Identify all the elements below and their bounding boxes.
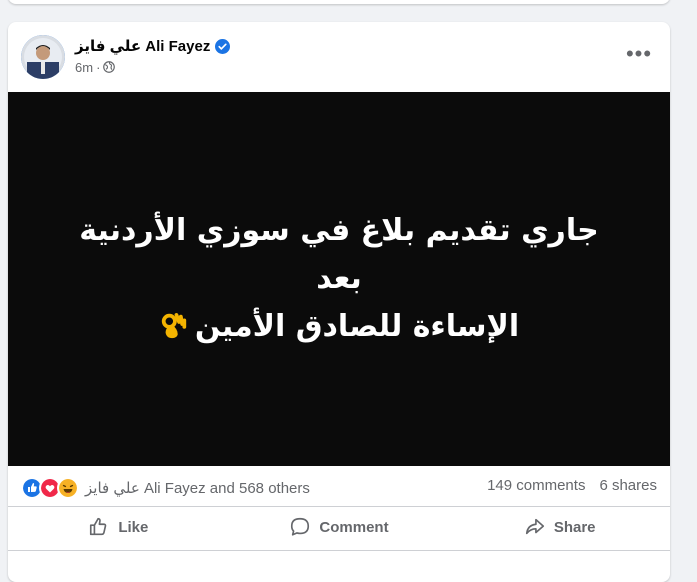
like-label: Like xyxy=(118,518,149,536)
reactions-summary[interactable]: علي فايز Ali Fayez and 568 others xyxy=(21,477,310,499)
thumbs-up-icon xyxy=(90,517,107,536)
post-timestamp[interactable]: 6m xyxy=(75,60,93,75)
post-header: علي فايز Ali Fayez 6m · ••• xyxy=(8,22,670,92)
post-text-line-2: الإساءة للصادق الأمين xyxy=(194,309,520,344)
author-row: علي فايز Ali Fayez xyxy=(75,36,231,56)
globe-icon[interactable] xyxy=(103,61,116,73)
post-text-line-1: جاري تقديم بلاغ في سوزي الأردنية بعد xyxy=(79,213,599,296)
share-arrow-icon xyxy=(525,518,544,535)
speech-bubble-icon xyxy=(291,517,310,536)
ok-hand-emoji xyxy=(161,313,187,339)
author-name[interactable]: علي فايز Ali Fayez xyxy=(75,37,210,55)
post-meta: 6m · xyxy=(75,59,116,75)
reactions-label[interactable]: علي فايز Ali Fayez and 568 others xyxy=(85,479,310,497)
haha-reaction-icon xyxy=(57,477,79,499)
comment-label: Comment xyxy=(319,518,389,536)
actions-divider xyxy=(8,550,670,551)
author-avatar[interactable] xyxy=(21,35,65,79)
post-text-line-2-row: الإساءة للصادق الأمين xyxy=(59,303,619,351)
share-label: Share xyxy=(553,518,596,536)
verified-badge-icon xyxy=(215,38,231,54)
meta-separator: · xyxy=(96,59,101,75)
post-stats: علي فايز Ali Fayez and 568 others 149 co… xyxy=(8,466,670,507)
more-options-button[interactable]: ••• xyxy=(621,36,657,72)
comments-count[interactable]: 149 comments xyxy=(487,477,585,494)
engagement-counts: 149 comments 6 shares xyxy=(487,477,657,494)
share-button[interactable]: Share xyxy=(449,507,670,547)
post-text: جاري تقديم بلاغ في سوزي الأردنية بعد الإ… xyxy=(59,207,619,351)
previous-post-card xyxy=(8,0,670,4)
comment-button[interactable]: Comment xyxy=(229,507,450,547)
post-card: علي فايز Ali Fayez 6m · ••• جاري تقديم ب… xyxy=(8,22,670,582)
post-media[interactable]: جاري تقديم بلاغ في سوزي الأردنية بعد الإ… xyxy=(8,92,670,466)
shares-count[interactable]: 6 shares xyxy=(599,477,657,494)
like-button[interactable]: Like xyxy=(8,507,229,547)
post-actions: Like Comment Share xyxy=(8,507,670,547)
